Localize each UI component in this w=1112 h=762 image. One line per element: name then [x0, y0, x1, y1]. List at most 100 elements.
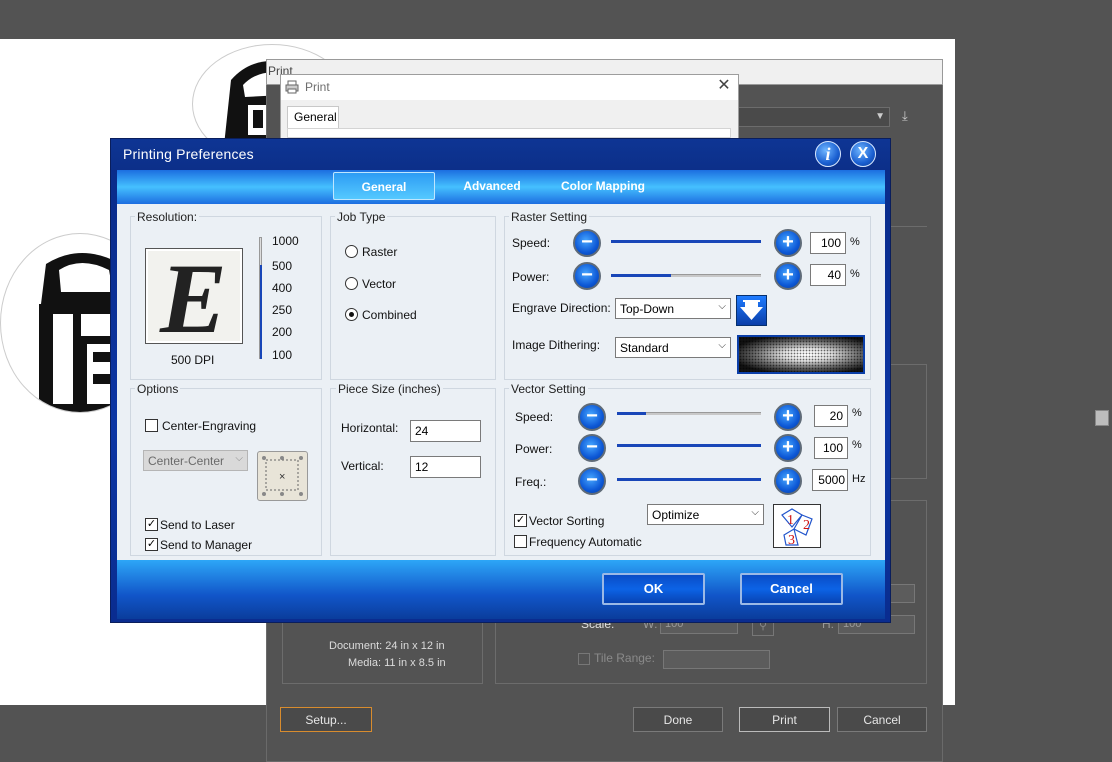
engrave-direction-arrow-icon[interactable]: [736, 295, 767, 326]
windows-print-titlebar: [281, 75, 738, 100]
tab-advanced[interactable]: Advanced: [446, 172, 538, 200]
info-icon[interactable]: i: [815, 141, 841, 167]
horizontal-label: Horizontal:: [341, 421, 399, 435]
close-icon[interactable]: ✕: [716, 78, 732, 94]
engrave-direction-select[interactable]: Top-Down ⌵: [615, 298, 731, 319]
close-dialog-button[interactable]: X: [850, 141, 876, 167]
raster-speed-input[interactable]: 100: [810, 232, 846, 254]
print-button[interactable]: Print: [739, 707, 830, 732]
svg-text:×: ×: [279, 471, 285, 483]
frequency-automatic-label[interactable]: Frequency Automatic: [529, 535, 642, 549]
chevron-down-icon: ⌵: [235, 453, 243, 464]
ok-button[interactable]: OK: [602, 573, 705, 605]
combined-option-label[interactable]: Combined: [362, 308, 417, 322]
dialog-title: Printing Preferences: [123, 146, 254, 162]
frequency-decrease-button[interactable]: −: [578, 467, 606, 495]
vector-sorting-label[interactable]: Vector Sorting: [529, 514, 604, 528]
horizontal-input[interactable]: 24: [410, 420, 481, 442]
tile-range-checkbox[interactable]: [578, 653, 590, 665]
radio-combined[interactable]: [345, 308, 358, 321]
sort-digit-1: 1: [787, 513, 794, 528]
center-position-icon: ×: [257, 451, 308, 501]
raster-setting-label: Raster Setting: [509, 210, 590, 224]
vertical-input[interactable]: 12: [410, 456, 481, 478]
image-dithering-value: Standard: [620, 341, 669, 355]
tab-general[interactable]: General: [333, 172, 435, 200]
send-to-laser-label[interactable]: Send to Laser: [160, 518, 235, 532]
cancel-print-button[interactable]: Cancel: [837, 707, 927, 732]
setup-button[interactable]: Setup...: [280, 707, 372, 732]
vector-power-input[interactable]: 100: [814, 437, 848, 459]
tick-label: 200: [272, 325, 293, 339]
send-to-manager-label[interactable]: Send to Manager: [160, 538, 252, 552]
raster-speed-slider[interactable]: [611, 240, 761, 245]
raster-power-decrease-button[interactable]: −: [573, 262, 601, 290]
raster-option-label[interactable]: Raster: [362, 245, 397, 259]
dither-pattern: [739, 337, 863, 372]
windows-print-tab-panel: [287, 128, 731, 138]
vector-speed-increase-button[interactable]: +: [774, 403, 802, 431]
resolution-slider-fill: [260, 265, 262, 359]
vector-power-label: Power:: [515, 442, 553, 456]
tick-label: 250: [272, 303, 293, 317]
scrollbar-thumb[interactable]: [1095, 410, 1109, 426]
chevron-down-icon: ⌵: [718, 340, 726, 351]
tile-range-input[interactable]: [663, 650, 770, 669]
tick-label: 100: [272, 348, 293, 362]
settings-divider: [885, 226, 927, 227]
raster-power-slider[interactable]: [611, 274, 761, 279]
done-button[interactable]: Done: [633, 707, 723, 732]
slider-fill: [617, 412, 646, 415]
send-to-laser-checkbox[interactable]: ✓: [145, 518, 158, 531]
vector-sorting-value: Optimize: [652, 508, 700, 522]
sorting-order-diagram: 1 2 3: [781, 508, 813, 548]
sort-digit-2: 2: [803, 518, 810, 533]
vector-speed-decrease-button[interactable]: −: [578, 403, 606, 431]
image-dithering-select[interactable]: Standard ⌵: [615, 337, 731, 358]
printer-select[interactable]: ▼: [738, 107, 890, 127]
preview-panel-right: [885, 364, 927, 479]
chevron-down-icon: ⌵: [718, 301, 726, 312]
tile-range-label: Tile Range:: [594, 651, 655, 665]
save-preset-icon[interactable]: ⤓: [902, 108, 918, 124]
cancel-button[interactable]: Cancel: [740, 573, 843, 605]
radio-raster[interactable]: [345, 245, 358, 258]
vector-sorting-select[interactable]: Optimize ⌵: [647, 504, 764, 525]
vector-speed-slider[interactable]: [617, 412, 761, 417]
frequency-input[interactable]: 5000: [812, 469, 848, 491]
vector-option-label[interactable]: Vector: [362, 277, 396, 291]
send-to-manager-checkbox[interactable]: ✓: [145, 538, 158, 551]
raster-power-input[interactable]: 40: [810, 264, 846, 286]
resolution-ticks: 1000 500 400 250 200 100: [272, 234, 312, 364]
radio-vector[interactable]: [345, 277, 358, 290]
slider-fill: [611, 240, 761, 243]
vertical-scrollbar[interactable]: [1092, 0, 1112, 762]
frequency-slider[interactable]: [617, 478, 761, 483]
raster-speed-increase-button[interactable]: +: [774, 229, 802, 257]
frequency-automatic-checkbox[interactable]: [514, 535, 527, 548]
raster-speed-label: Speed:: [512, 236, 551, 250]
raster-power-unit: %: [850, 268, 860, 280]
slider-fill: [611, 274, 671, 277]
frequency-increase-button[interactable]: +: [774, 467, 802, 495]
piece-size-label: Piece Size (inches): [336, 382, 443, 396]
slider-fill: [617, 444, 761, 447]
tab-color-mapping[interactable]: Color Mapping: [552, 172, 654, 200]
vector-power-increase-button[interactable]: +: [774, 434, 802, 462]
center-target-icon: ×: [262, 456, 303, 496]
vertical-label: Vertical:: [341, 459, 384, 473]
tab-general-windows[interactable]: General: [287, 106, 339, 129]
center-engraving-label[interactable]: Center-Engraving: [162, 419, 256, 433]
engrave-direction-value: Top-Down: [620, 302, 675, 316]
preview-panel-left: [282, 620, 483, 684]
center-position-value: Center-Center: [148, 454, 225, 468]
vector-speed-input[interactable]: 20: [814, 405, 848, 427]
vector-sorting-checkbox[interactable]: ✓: [514, 514, 527, 527]
vector-power-decrease-button[interactable]: −: [578, 434, 606, 462]
center-engraving-checkbox[interactable]: [145, 419, 158, 432]
raster-speed-decrease-button[interactable]: −: [573, 229, 601, 257]
tick-label: 400: [272, 281, 293, 295]
raster-power-increase-button[interactable]: +: [774, 262, 802, 290]
resolution-label: Resolution:: [135, 210, 200, 224]
vector-power-slider[interactable]: [617, 444, 761, 449]
